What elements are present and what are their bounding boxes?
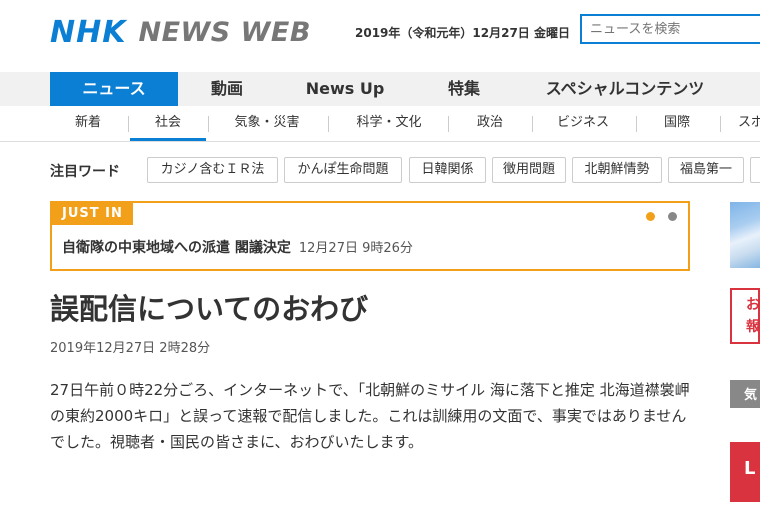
sub-nav-divider	[128, 116, 129, 132]
sidebar-alert-box[interactable]: お 報	[730, 288, 760, 344]
sidebar-weather-tab[interactable]: 気	[730, 380, 760, 408]
trend-chip[interactable]: 日韓関係	[409, 157, 486, 183]
sub-nav: 新着 社会 気象・災害 科学・文化 政治 ビジネス 国際 スポ	[0, 106, 760, 142]
trend-chip[interactable]: カジノ含むＩＲ法	[147, 157, 278, 183]
just-in-headline[interactable]: 自衛隊の中東地域への派遣 閣議決定	[62, 240, 291, 256]
main-nav-video[interactable]: 動画	[180, 72, 274, 106]
trend-chip[interactable]: 福島第一	[668, 157, 744, 183]
trend-chip[interactable]: 徴用問題	[492, 157, 566, 183]
trend-words-label: 注目ワード	[50, 164, 120, 180]
just-in-time: 12月27日 9時26分	[298, 241, 413, 256]
sidebar-live-banner[interactable]: L	[730, 442, 760, 502]
sub-nav-international[interactable]: 国際	[640, 106, 714, 141]
just-in-tag: JUST IN	[52, 203, 133, 225]
main-nav-special-contents[interactable]: スペシャルコンテンツ	[520, 72, 730, 106]
sidebar-thumbnail[interactable]	[730, 202, 760, 268]
current-date: 2019年（令和元年）12月27日 金曜日	[355, 26, 570, 40]
sub-nav-divider	[448, 116, 449, 132]
sub-nav-sports[interactable]: スポ	[738, 106, 760, 141]
sub-nav-divider	[720, 116, 721, 132]
main-nav-features[interactable]: 特集	[420, 72, 508, 106]
article-title: 誤配信についてのおわび	[50, 292, 369, 326]
logo-news-web: NEWS WEB	[138, 16, 311, 48]
sub-nav-latest[interactable]: 新着	[58, 106, 118, 141]
sidebar-alert-text: お 報	[746, 297, 760, 335]
article-body: 27日午前０時22分ごろ、インターネットで、「北朝鮮のミサイル 海に落下と推定 …	[50, 381, 690, 451]
sub-nav-divider	[636, 116, 637, 132]
just-in-headline-row[interactable]: 自衛隊の中東地域への派遣 閣議決定 12月27日 9時26分	[62, 237, 413, 257]
carousel-dot[interactable]	[668, 212, 677, 221]
sidebar-live-text: L	[744, 458, 756, 479]
nhk-news-web-logo[interactable]: NHK NEWS WEB	[50, 14, 311, 50]
main-nav: ニュース 動画 News Up 特集 スペシャルコンテンツ	[0, 72, 760, 106]
sidebar-weather-text: 気	[744, 388, 758, 403]
trend-chip-partial[interactable]	[750, 157, 760, 183]
sub-nav-weather-disaster[interactable]: 気象・災害	[212, 106, 322, 141]
main-nav-news[interactable]: ニュース	[50, 72, 178, 106]
trend-chip[interactable]: かんぽ生命問題	[284, 157, 402, 183]
sub-nav-divider	[328, 116, 329, 132]
main-nav-news-up[interactable]: News Up	[280, 72, 410, 106]
sub-nav-society[interactable]: 社会	[130, 106, 206, 141]
just-in-box[interactable]: JUST IN 自衛隊の中東地域への派遣 閣議決定 12月27日 9時26分	[50, 201, 690, 271]
sub-nav-politics[interactable]: 政治	[452, 106, 528, 141]
carousel-dot-active[interactable]	[646, 212, 655, 221]
search-input[interactable]	[582, 16, 760, 42]
sub-nav-divider	[532, 116, 533, 132]
sub-nav-business[interactable]: ビジネス	[536, 106, 630, 141]
logo-nhk: NHK	[50, 14, 127, 50]
article-date: 2019年12月27日 2時28分	[50, 341, 211, 356]
trend-chip[interactable]: 北朝鮮情勢	[572, 157, 662, 183]
sub-nav-divider	[208, 116, 209, 132]
search-box[interactable]	[580, 14, 760, 44]
sub-nav-science-culture[interactable]: 科学・文化	[334, 106, 444, 141]
